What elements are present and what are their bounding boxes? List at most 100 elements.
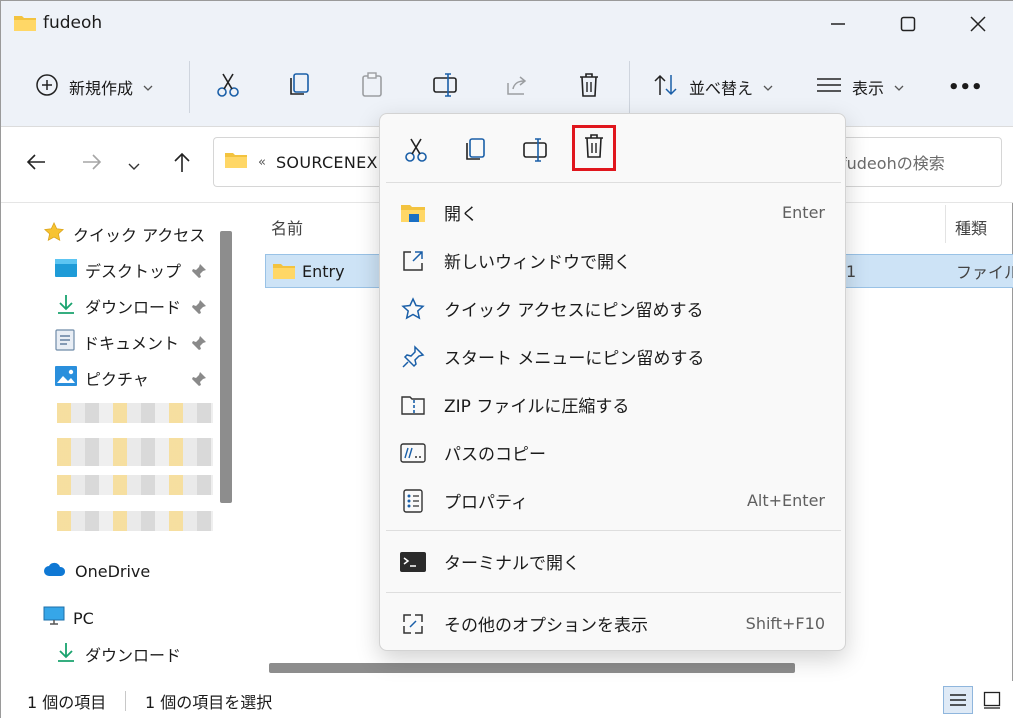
menu-item-label: その他のオプションを表示 bbox=[444, 615, 648, 636]
menu-item-open[interactable]: 開く Enter bbox=[388, 190, 839, 234]
sidebar-scrollbar[interactable] bbox=[220, 231, 232, 503]
file-type: ファイル フ bbox=[956, 263, 1013, 282]
sidebar-item-desktop[interactable]: デスクトップ bbox=[55, 255, 181, 285]
horizontal-scrollbar[interactable] bbox=[269, 663, 795, 673]
download-icon bbox=[55, 641, 77, 667]
menu-item-label: クイック アクセスにピン留めする bbox=[444, 300, 704, 321]
redacted-item[interactable] bbox=[57, 403, 213, 423]
back-button[interactable] bbox=[25, 151, 47, 177]
menu-item-label: 新しいウィンドウで開く bbox=[444, 252, 631, 273]
more-options-button[interactable]: ••• bbox=[948, 65, 983, 109]
item-count: 1 個の項目 bbox=[27, 693, 107, 712]
sidebar-item-pictures[interactable]: ピクチャ bbox=[55, 363, 149, 393]
sidebar-item-pc-downloads[interactable]: ダウンロード bbox=[55, 639, 181, 669]
pin-icon bbox=[191, 263, 207, 283]
share-icon bbox=[505, 73, 529, 101]
address-bar[interactable]: « SOURCENEX bbox=[213, 137, 393, 187]
menu-item-label: スタート メニューにピン留めする bbox=[444, 348, 705, 369]
copy-button[interactable] bbox=[288, 65, 312, 109]
chevron-down-icon bbox=[894, 78, 904, 96]
window-title: fudeoh bbox=[43, 13, 103, 33]
cloud-icon bbox=[43, 561, 67, 581]
context-cut-button[interactable] bbox=[394, 130, 438, 174]
rename-button[interactable] bbox=[432, 65, 460, 109]
details-view-button[interactable] bbox=[943, 686, 973, 714]
minimize-button[interactable] bbox=[803, 1, 873, 47]
column-header-name[interactable]: 名前 bbox=[271, 215, 303, 239]
maximize-button[interactable] bbox=[873, 1, 943, 47]
search-input[interactable]: fudeohの検索 bbox=[831, 137, 1002, 187]
menu-item-compress-zip[interactable]: ZIP ファイルに圧縮する bbox=[388, 382, 839, 426]
sidebar-item-quick-access[interactable]: クイック アクセス bbox=[43, 219, 205, 249]
file-date: 1 bbox=[846, 261, 857, 281]
sidebar-item-pc[interactable]: PC bbox=[43, 603, 94, 633]
breadcrumb-item[interactable]: SOURCENEX bbox=[276, 153, 378, 172]
menu-item-shortcut: Alt+Enter bbox=[746, 490, 825, 510]
menu-item-shortcut: Shift+F10 bbox=[745, 613, 825, 633]
list-view-icon bbox=[816, 75, 842, 99]
recent-locations-button[interactable] bbox=[128, 157, 140, 175]
folder-icon bbox=[13, 13, 37, 37]
paste-button[interactable] bbox=[360, 65, 384, 109]
sidebar-item-label: ダウンロード bbox=[85, 646, 182, 665]
sort-button[interactable]: 並べ替え bbox=[653, 65, 773, 109]
sidebar-item-label: クイック アクセス bbox=[73, 226, 206, 245]
folder-open-icon bbox=[400, 200, 426, 226]
navigation-pane: クイック アクセス デスクトップ ダウンロード ドキュメント ピクチャ OneD… bbox=[1, 203, 237, 681]
pin-icon bbox=[191, 335, 207, 355]
menu-item-properties[interactable]: プロパティ Alt+Enter bbox=[388, 478, 839, 522]
menu-separator bbox=[386, 530, 841, 531]
up-button[interactable] bbox=[171, 151, 193, 177]
more-options-icon bbox=[400, 611, 426, 637]
star-outline-icon bbox=[400, 296, 426, 322]
properties-icon bbox=[400, 488, 426, 514]
clipboard-icon bbox=[360, 72, 384, 102]
folder-icon bbox=[272, 261, 296, 285]
sidebar-item-label: PC bbox=[73, 608, 94, 628]
menu-item-open-terminal[interactable]: ターミナルで開く bbox=[388, 539, 839, 583]
title-bar: fudeoh bbox=[1, 1, 1013, 47]
trash-icon bbox=[577, 72, 601, 102]
chevron-down-icon bbox=[143, 78, 153, 96]
menu-item-show-more-options[interactable]: その他のオプションを表示 Shift+F10 bbox=[388, 601, 839, 645]
details-view-icon bbox=[950, 694, 966, 706]
menu-item-label: ターミナルで開く bbox=[444, 553, 580, 574]
terminal-icon bbox=[400, 549, 426, 575]
redacted-item[interactable] bbox=[57, 475, 213, 495]
delete-button[interactable] bbox=[577, 65, 601, 109]
menu-item-pin-start[interactable]: スタート メニューにピン留めする bbox=[388, 334, 839, 378]
folder-icon bbox=[224, 150, 248, 174]
new-button[interactable]: 新規作成 bbox=[35, 65, 153, 109]
sort-icon bbox=[653, 73, 679, 101]
copy-path-icon bbox=[400, 440, 426, 466]
breadcrumb-overflow[interactable]: « bbox=[258, 155, 266, 170]
context-rename-button[interactable] bbox=[514, 130, 558, 174]
cut-button[interactable] bbox=[215, 65, 241, 109]
pin-icon bbox=[191, 371, 207, 391]
sidebar-item-onedrive[interactable]: OneDrive bbox=[43, 556, 150, 586]
sidebar-item-downloads[interactable]: ダウンロード bbox=[55, 291, 181, 321]
menu-item-open-new-window[interactable]: 新しいウィンドウで開く bbox=[388, 238, 839, 282]
pin-outline-icon bbox=[400, 344, 426, 370]
view-label: 表示 bbox=[852, 79, 885, 98]
new-button-label: 新規作成 bbox=[69, 79, 134, 98]
share-button[interactable] bbox=[505, 65, 529, 109]
sidebar-item-documents[interactable]: ドキュメント bbox=[55, 327, 179, 357]
trash-icon bbox=[582, 133, 606, 163]
menu-item-copy-path[interactable]: パスのコピー bbox=[388, 430, 839, 474]
scissors-icon bbox=[215, 72, 241, 102]
menu-separator bbox=[386, 592, 841, 593]
forward-button[interactable] bbox=[81, 151, 103, 177]
context-copy-button[interactable] bbox=[454, 130, 498, 174]
redacted-item[interactable] bbox=[57, 511, 213, 531]
context-delete-button[interactable] bbox=[572, 125, 616, 171]
tiles-view-button[interactable] bbox=[979, 686, 1005, 714]
close-button[interactable] bbox=[943, 1, 1013, 47]
redacted-item[interactable] bbox=[57, 438, 213, 466]
view-button[interactable]: 表示 bbox=[816, 65, 904, 109]
chevron-down-icon bbox=[763, 78, 773, 96]
menu-item-pin-quick-access[interactable]: クイック アクセスにピン留めする bbox=[388, 286, 839, 330]
column-header-type[interactable]: 種類 bbox=[955, 215, 987, 239]
menu-item-label: プロパティ bbox=[444, 492, 528, 513]
toolbar-separator bbox=[629, 61, 630, 113]
